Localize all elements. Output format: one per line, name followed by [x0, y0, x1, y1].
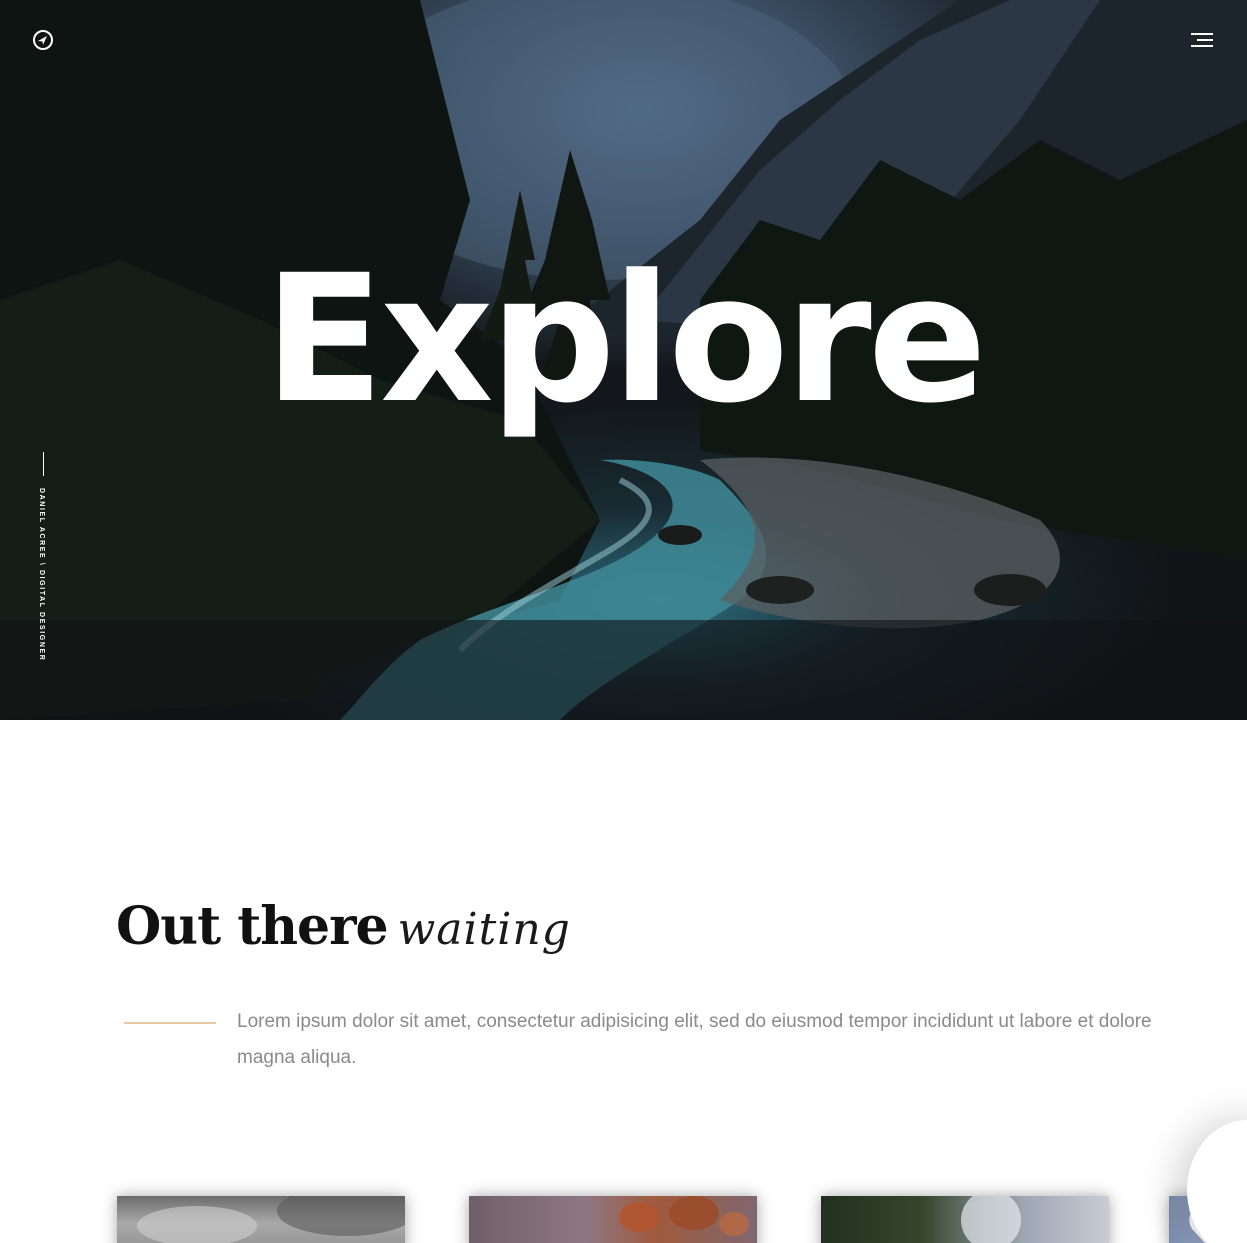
heading-script-text: waiting [397, 904, 571, 955]
gallery-card-autumn-leaves[interactable] [469, 1196, 757, 1243]
accent-rule [124, 1022, 216, 1024]
page: Explore DANIEL ACREE \ DIGITAL DESIGNER … [0, 0, 1247, 1243]
side-caption: DANIEL ACREE \ DIGITAL DESIGNER [38, 488, 45, 662]
hero-title: Explore [263, 237, 987, 442]
side-divider [43, 452, 44, 476]
section-heading: Out there waiting [116, 896, 571, 976]
hamburger-menu-icon[interactable] [1191, 30, 1215, 50]
floating-shadow [1187, 1120, 1247, 1243]
gallery-card-misty-waterfall[interactable] [821, 1196, 1109, 1243]
lead-paragraph: Lorem ipsum dolor sit amet, consectetur … [237, 1011, 1152, 1068]
hero-section: Explore DANIEL ACREE \ DIGITAL DESIGNER [0, 0, 1247, 720]
compass-icon[interactable] [32, 29, 54, 51]
heading-main-text: Out there [116, 896, 389, 957]
gallery-card-cloudy-sky[interactable] [117, 1196, 405, 1243]
